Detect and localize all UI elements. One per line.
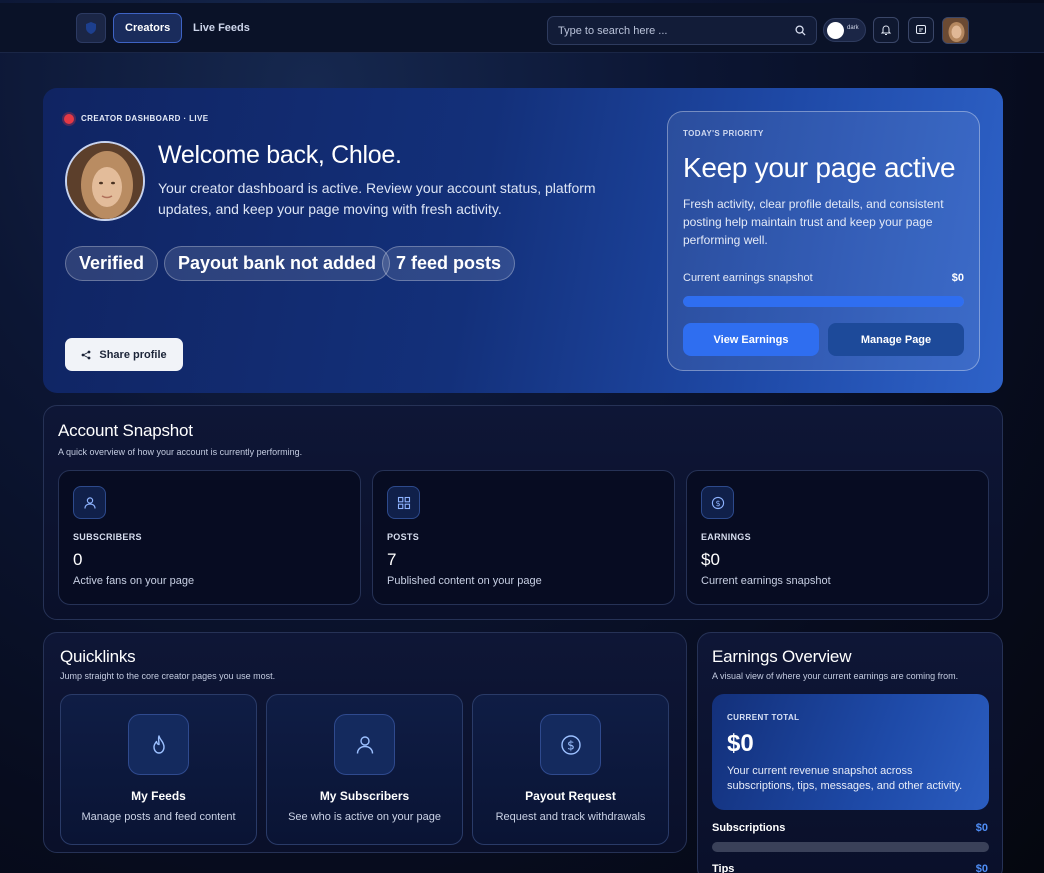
share-profile-label: Share profile	[99, 348, 167, 361]
manage-page-button[interactable]: Manage Page	[828, 323, 964, 356]
tab-live-feeds[interactable]: Live Feeds	[182, 13, 261, 43]
quicklinks-subtitle: Jump straight to the core creator pages …	[60, 671, 276, 681]
dashboard-status-label: CREATOR DASHBOARD · LIVE	[81, 114, 209, 123]
creator-avatar	[65, 141, 145, 221]
earnings-progress-bar	[683, 296, 964, 307]
breakdown-label-tips: Tips	[712, 863, 735, 873]
earnings-progress-fill	[683, 296, 964, 307]
quicklinks-panel: Quicklinks Jump straight to the core cre…	[43, 632, 687, 853]
current-total-value: $0	[727, 730, 754, 757]
quicklink-my-feeds[interactable]: My Feeds Manage posts and feed content	[60, 694, 257, 845]
earnings-title: Earnings Overview	[712, 647, 852, 666]
stat-value: 7	[387, 550, 397, 569]
current-total-label: CURRENT TOTAL	[727, 713, 800, 722]
quicklink-payout-request[interactable]: $ Payout Request Request and track withd…	[472, 694, 669, 845]
priority-title: Keep your page active	[683, 152, 956, 183]
stat-description: Active fans on your page	[73, 575, 195, 587]
top-navigation-bar: Creators Live Feeds dark	[0, 3, 1044, 53]
quicklink-description: See who is active on your page	[288, 811, 441, 823]
quicklink-description: Manage posts and feed content	[81, 811, 236, 823]
quicklink-title: My Feeds	[131, 789, 186, 803]
quicklink-title: My Subscribers	[319, 789, 410, 803]
flame-icon	[128, 714, 189, 775]
dollar-icon: $	[701, 486, 734, 519]
priority-card: TODAY'S PRIORITY Keep your page active F…	[667, 111, 980, 371]
priority-description: Fresh activity, clear profile details, a…	[683, 197, 944, 247]
svg-text:$: $	[715, 499, 720, 508]
breakdown-bar-subscriptions	[712, 842, 989, 852]
welcome-description: Your creator dashboard is active. Review…	[158, 180, 596, 217]
live-status-dot	[64, 114, 74, 124]
earnings-snapshot-label: Current earnings snapshot	[683, 272, 813, 284]
welcome-heading: Welcome back, Chloe.	[158, 141, 402, 169]
quicklink-title: Payout Request	[525, 789, 616, 803]
toggle-label: dark	[847, 25, 859, 31]
stat-card-earnings[interactable]: $ EARNINGS $0 Current earnings snapshot	[686, 470, 989, 605]
tab-creators[interactable]: Creators	[113, 13, 183, 43]
stat-label: EARNINGS	[701, 532, 751, 542]
search-bar	[547, 16, 817, 45]
status-pill-posts: 7 feed posts	[382, 246, 516, 281]
theme-toggle[interactable]: dark	[823, 18, 866, 42]
toggle-knob	[827, 22, 844, 39]
view-earnings-button[interactable]: View Earnings	[683, 323, 819, 356]
bell-icon	[880, 24, 892, 36]
status-pill-verified: Verified	[65, 246, 159, 281]
stat-label: POSTS	[387, 532, 420, 542]
earnings-snapshot-value: $0	[951, 272, 964, 284]
share-profile-button[interactable]: Share profile	[65, 338, 183, 371]
earnings-subtitle: A visual view of where your current earn…	[712, 671, 959, 681]
priority-eyebrow: TODAY'S PRIORITY	[683, 129, 764, 138]
account-snapshot-panel: Account Snapshot A quick overview of how…	[43, 405, 1003, 620]
avatar-image	[943, 18, 968, 43]
quicklinks-title: Quicklinks	[60, 647, 136, 666]
message-icon	[915, 24, 927, 36]
stat-value: $0	[701, 550, 720, 569]
breakdown-value-tips: $0	[975, 863, 988, 873]
logo-icon	[84, 21, 98, 35]
current-total-description: Your current revenue snapshot across sub…	[727, 765, 963, 792]
search-input[interactable]	[558, 24, 795, 37]
user-icon	[73, 486, 106, 519]
stat-description: Published content on your page	[387, 575, 542, 587]
profile-avatar-button[interactable]	[942, 17, 969, 44]
snapshot-title: Account Snapshot	[58, 421, 193, 440]
user-icon	[334, 714, 395, 775]
dollar-icon: $	[540, 714, 601, 775]
hero-banner: CREATOR DASHBOARD · LIVE Welcome back, C…	[43, 88, 1003, 393]
stat-description: Current earnings snapshot	[701, 575, 831, 587]
status-pill-payout: Payout bank not added	[164, 246, 391, 281]
breakdown-label-subscriptions: Subscriptions	[712, 822, 786, 834]
logo-button[interactable]	[76, 13, 106, 43]
search-icon[interactable]	[795, 25, 806, 36]
share-icon	[81, 350, 91, 360]
quicklink-my-subscribers[interactable]: My Subscribers See who is active on your…	[266, 694, 463, 845]
messages-button[interactable]	[908, 17, 934, 43]
stat-card-posts[interactable]: POSTS 7 Published content on your page	[372, 470, 675, 605]
current-total-card: CURRENT TOTAL $0 Your current revenue sn…	[712, 694, 989, 810]
creator-avatar-image	[67, 143, 143, 219]
earnings-overview-panel: Earnings Overview A visual view of where…	[697, 632, 1003, 873]
quicklink-description: Request and track withdrawals	[495, 811, 646, 823]
svg-text:$: $	[567, 738, 575, 752]
notifications-button[interactable]	[873, 17, 899, 43]
stat-label: SUBSCRIBERS	[73, 532, 142, 542]
stat-value: 0	[73, 550, 83, 569]
breakdown-value-subscriptions: $0	[975, 822, 988, 834]
grid-icon	[387, 486, 420, 519]
stat-card-subscribers[interactable]: SUBSCRIBERS 0 Active fans on your page	[58, 470, 361, 605]
snapshot-subtitle: A quick overview of how your account is …	[58, 447, 303, 457]
